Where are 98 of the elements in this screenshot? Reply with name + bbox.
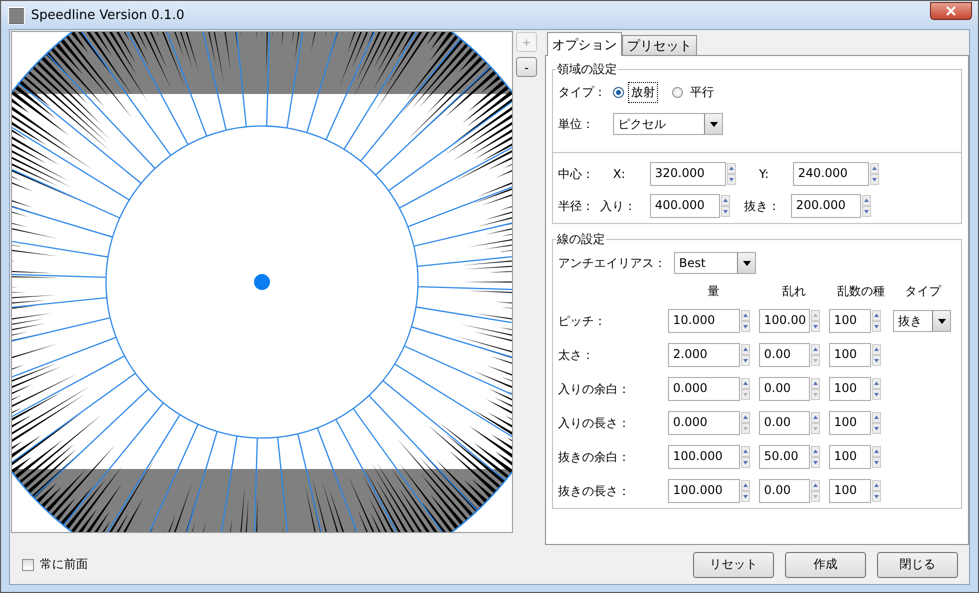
number-field[interactable]: 100.00	[759, 309, 810, 333]
spin-up-icon[interactable]	[872, 344, 881, 355]
spin-up-icon[interactable]	[872, 310, 881, 321]
number-field[interactable]: 100	[829, 377, 871, 401]
dialog-button[interactable]: 作成	[785, 552, 866, 578]
number-field[interactable]: 50.00	[759, 445, 810, 469]
spin-down-icon[interactable]	[811, 321, 820, 332]
y-label: Y:	[759, 167, 770, 181]
column-header: 量	[706, 282, 720, 300]
number-field[interactable]: 100.000	[668, 479, 740, 503]
spin-down-icon[interactable]	[872, 389, 881, 400]
number-field[interactable]: 240.000	[793, 162, 869, 186]
unit-dropdown[interactable]: ピクセル	[613, 113, 723, 135]
row-label: 入りの余白：	[558, 380, 631, 398]
always-on-top-checkbox[interactable]: 常に前面	[22, 556, 88, 573]
spin-up-icon[interactable]	[741, 480, 750, 491]
number-field[interactable]: 100.000	[668, 445, 740, 469]
number-field[interactable]: 320.000	[650, 162, 726, 186]
number-field[interactable]: 0.00	[759, 343, 810, 367]
spin-up-icon[interactable]	[872, 412, 881, 423]
spin-up-icon[interactable]	[862, 195, 871, 206]
number-field[interactable]: 0.000	[668, 377, 740, 401]
dropdown-arrow-icon	[742, 260, 750, 266]
number-field[interactable]: 100	[829, 445, 871, 469]
x-label: X:	[613, 167, 626, 181]
radio-option[interactable]: 平行	[672, 82, 717, 102]
column-header: 乱れ	[781, 282, 807, 300]
row-label: ピッチ：	[558, 312, 607, 330]
row-label: 入りの長さ：	[558, 414, 631, 432]
column-header: タイプ	[904, 282, 942, 300]
number-field[interactable]: 100	[829, 411, 871, 435]
spin-down-icon[interactable]	[741, 491, 750, 502]
number-field[interactable]: 100	[829, 343, 871, 367]
spin-up-icon[interactable]	[870, 163, 879, 174]
number-field[interactable]: 100	[829, 479, 871, 503]
spin-up-icon[interactable]	[872, 378, 881, 389]
tab[interactable]: オプション	[547, 32, 622, 56]
antialias-label: アンチエイリアス：	[558, 254, 667, 272]
unit-label: 単位：	[558, 116, 595, 132]
spin-up-icon[interactable]	[741, 378, 750, 389]
dropdown-arrow-icon	[938, 318, 946, 324]
out-label: 抜き：	[744, 198, 781, 214]
spin-down-icon[interactable]	[741, 457, 750, 468]
dialog-button[interactable]: リセット	[693, 552, 774, 578]
spin-up-icon[interactable]	[872, 480, 881, 491]
column-header: 乱数の種	[836, 282, 886, 300]
spin-up-icon[interactable]	[811, 378, 820, 389]
spin-up-icon[interactable]	[811, 446, 820, 457]
spin-down-icon[interactable]	[872, 423, 881, 434]
number-field[interactable]: 100	[829, 309, 871, 333]
number-field[interactable]: 0.000	[668, 411, 740, 435]
spin-up-icon[interactable]	[741, 412, 750, 423]
spin-down-icon[interactable]	[721, 206, 730, 217]
in-label: 入り：	[600, 198, 637, 214]
spin-up-icon[interactable]	[741, 446, 750, 457]
row-label: 抜きの長さ：	[558, 482, 631, 500]
row-label: 太さ：	[558, 346, 595, 364]
app-icon	[8, 6, 25, 24]
spin-down-icon[interactable]	[862, 206, 871, 217]
spin-up-icon[interactable]	[811, 412, 820, 423]
spin-down-icon[interactable]	[741, 321, 750, 332]
spin-down-icon[interactable]	[727, 174, 736, 185]
type-label: タイプ：	[558, 84, 607, 100]
center-label: 中心：	[558, 166, 595, 182]
antialias-dropdown[interactable]: Best	[674, 252, 756, 274]
spin-up-icon[interactable]	[721, 195, 730, 206]
spin-up-icon[interactable]	[727, 163, 736, 174]
dropdown-arrow-icon	[710, 122, 718, 126]
group-title: 領域の設定	[556, 61, 618, 78]
spin-up-icon[interactable]	[872, 446, 881, 457]
spin-down-icon[interactable]	[872, 321, 881, 332]
spin-up-icon[interactable]	[811, 480, 820, 491]
spin-up-icon[interactable]	[741, 310, 750, 321]
spin-down-icon[interactable]	[872, 491, 881, 502]
radius-label: 半径：	[558, 198, 595, 214]
close-icon	[946, 6, 956, 16]
number-field[interactable]: 0.00	[759, 411, 810, 435]
number-field[interactable]: 10.000	[668, 309, 740, 333]
number-field[interactable]: 2.000	[668, 343, 740, 367]
dialog-button[interactable]: 閉じる	[877, 552, 958, 578]
number-field[interactable]: 0.00	[759, 377, 810, 401]
group-title: 線の設定	[556, 231, 606, 248]
type-dropdown[interactable]: 抜き	[893, 310, 951, 332]
spin-up-icon[interactable]	[741, 344, 750, 355]
window-title: Speedline Version 0.1.0	[31, 8, 186, 22]
number-field[interactable]: 400.000	[650, 194, 720, 218]
zoom-button[interactable]: -	[516, 57, 537, 77]
close-button[interactable]	[930, 2, 972, 20]
spin-down-icon[interactable]	[872, 355, 881, 366]
spin-down-icon[interactable]	[872, 457, 881, 468]
row-label: 抜きの余白：	[558, 448, 631, 466]
spin-down-icon[interactable]	[741, 355, 750, 366]
spin-down-icon[interactable]	[870, 174, 879, 185]
spin-down-icon[interactable]	[811, 457, 820, 468]
spin-up-icon[interactable]	[811, 344, 820, 355]
tab[interactable]: プリセット	[622, 35, 697, 55]
number-field[interactable]: 0.00	[759, 479, 810, 503]
number-field[interactable]: 200.000	[791, 194, 861, 218]
